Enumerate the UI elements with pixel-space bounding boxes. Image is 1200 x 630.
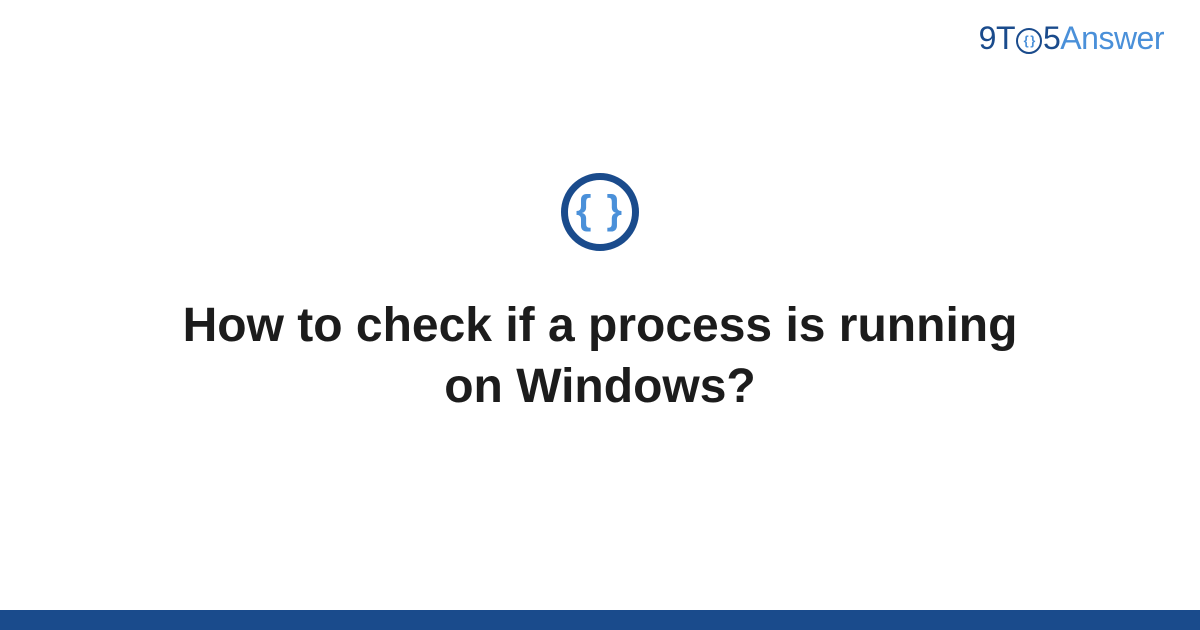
main-content: { } How to check if a process is running… <box>0 0 1200 630</box>
footer-accent-bar <box>0 610 1200 630</box>
code-braces-icon: { } <box>561 173 639 251</box>
braces-glyph: { } <box>576 190 624 230</box>
page-title: How to check if a process is running on … <box>150 295 1050 418</box>
